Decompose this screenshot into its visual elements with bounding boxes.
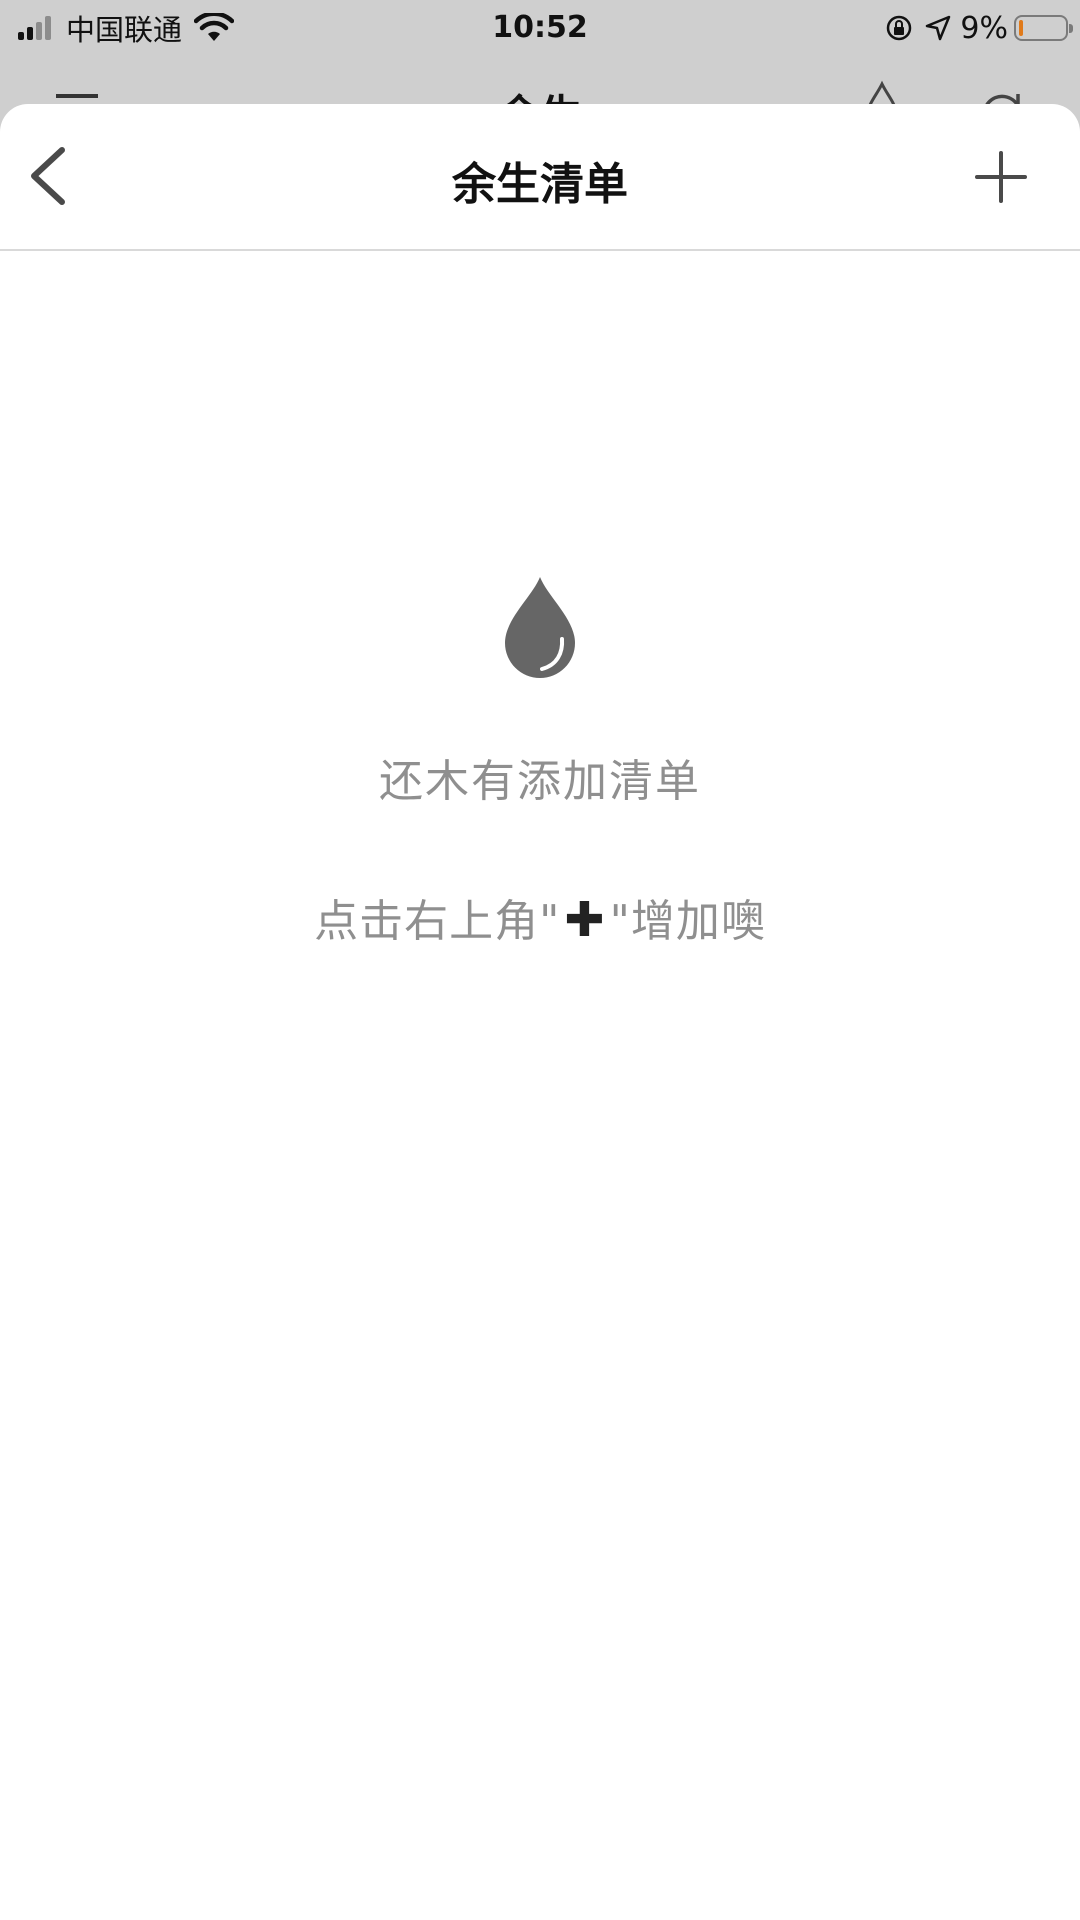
battery-level-fill <box>1019 20 1023 36</box>
nav-bar: 余生清单 <box>0 104 1080 251</box>
battery-icon <box>1014 15 1073 41</box>
empty-state: 还木有添加清单 点击右上角"✚"增加噢 <box>0 575 1080 949</box>
water-drop-icon <box>505 577 575 678</box>
battery-percent: 9% <box>960 10 1008 46</box>
plus-icon <box>975 151 1027 203</box>
page-title: 余生清单 <box>452 159 628 210</box>
status-right: 9% <box>884 8 1073 48</box>
hint-plus-icon: ✚ <box>564 892 606 948</box>
hint-text-before: 点击右上角" <box>314 896 561 947</box>
list-sheet: 余生清单 还木有添加清单 点击右上角"✚"增加噢 <box>0 104 1080 1920</box>
status-bar: 中国联通 10:52 9% <box>0 0 1080 56</box>
add-list-button[interactable] <box>974 150 1028 204</box>
empty-title: 还木有添加清单 <box>379 756 701 807</box>
location-arrow-icon <box>926 15 951 41</box>
hint-text-after: "增加噢 <box>609 896 766 947</box>
empty-hint: 点击右上角"✚"增加噢 <box>0 885 1080 949</box>
orientation-lock-icon <box>887 15 912 41</box>
